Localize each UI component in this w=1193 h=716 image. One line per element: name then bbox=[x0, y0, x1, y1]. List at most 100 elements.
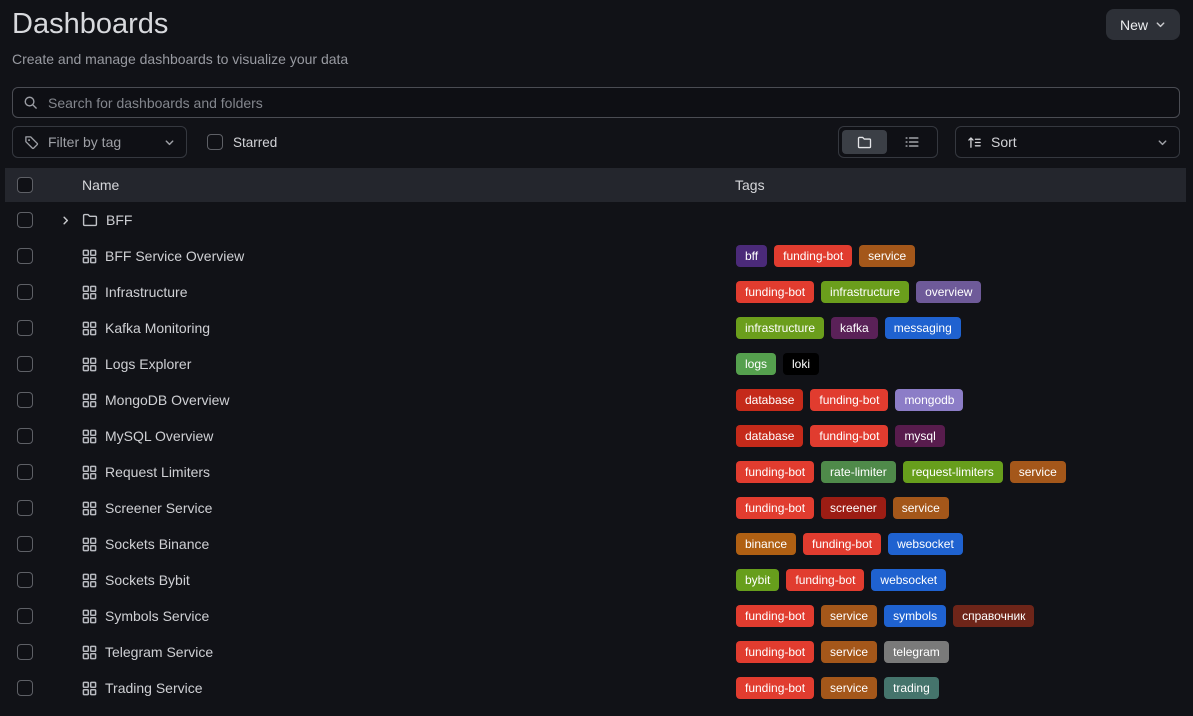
select-all-checkbox[interactable] bbox=[17, 177, 33, 193]
tag-badge[interactable]: loki bbox=[783, 353, 819, 375]
tag-badge[interactable]: service bbox=[821, 677, 877, 699]
row-checkbox[interactable] bbox=[17, 356, 33, 372]
folder-icon bbox=[82, 212, 98, 228]
tag-badge[interactable]: service bbox=[821, 641, 877, 663]
column-header-name[interactable]: Name bbox=[82, 177, 119, 193]
tag-badge[interactable]: infrastructure bbox=[821, 281, 909, 303]
dashboard-name-link[interactable]: Symbols Service bbox=[105, 608, 209, 624]
table-row[interactable]: Logs Explorer logs loki bbox=[5, 346, 1186, 382]
row-checkbox[interactable] bbox=[17, 212, 33, 228]
row-checkbox[interactable] bbox=[17, 284, 33, 300]
dashboard-name-link[interactable]: Request Limiters bbox=[105, 464, 210, 480]
tag-badge[interactable]: справочник bbox=[953, 605, 1034, 627]
tag-badge[interactable]: rate-limiter bbox=[821, 461, 896, 483]
row-checkbox[interactable] bbox=[17, 248, 33, 264]
tag-badge[interactable]: database bbox=[736, 425, 803, 447]
tag-icon bbox=[24, 135, 39, 150]
dashboard-name-link[interactable]: Kafka Monitoring bbox=[105, 320, 210, 336]
row-checkbox[interactable] bbox=[17, 680, 33, 696]
table-row[interactable]: BFF bbox=[5, 202, 1186, 238]
dashboard-name-link[interactable]: BFF Service Overview bbox=[105, 248, 244, 264]
table-row[interactable]: BFF Service Overview bff funding-bot servic… bbox=[5, 238, 1186, 274]
row-checkbox[interactable] bbox=[17, 392, 33, 408]
table-row[interactable]: Request Limiters funding-bot rate-limiter r… bbox=[5, 454, 1186, 490]
table-row[interactable]: Infrastructure funding-bot infrastructure o… bbox=[5, 274, 1186, 310]
row-checkbox[interactable] bbox=[17, 500, 33, 516]
tag-badge[interactable]: funding-bot bbox=[736, 497, 814, 519]
tag-badge[interactable]: funding-bot bbox=[774, 245, 852, 267]
table-row[interactable]: Sockets Bybit bybit funding-bot websocket bbox=[5, 562, 1186, 598]
tag-badge[interactable]: mysql bbox=[895, 425, 944, 447]
table-row[interactable]: Symbols Service funding-bot service symbols… bbox=[5, 598, 1186, 634]
dashboard-name-link[interactable]: Screener Service bbox=[105, 500, 212, 516]
table-row[interactable]: Trading Service funding-bot service trading bbox=[5, 670, 1186, 706]
dashboard-name-link[interactable]: Trading Service bbox=[105, 680, 203, 696]
table-row[interactable]: Telegram Service funding-bot service telegr… bbox=[5, 634, 1186, 670]
sort-label: Sort bbox=[991, 134, 1017, 150]
dashboard-name-link[interactable]: Infrastructure bbox=[105, 284, 187, 300]
tag-badge[interactable]: database bbox=[736, 389, 803, 411]
table-row[interactable]: Screener Service funding-bot screener servi… bbox=[5, 490, 1186, 526]
tag-badge[interactable]: funding-bot bbox=[736, 281, 814, 303]
tag-badge[interactable]: service bbox=[821, 605, 877, 627]
tag-badge[interactable]: service bbox=[893, 497, 949, 519]
tag-badge[interactable]: funding-bot bbox=[803, 533, 881, 555]
table-row[interactable]: MongoDB Overview database funding-bot mongo… bbox=[5, 382, 1186, 418]
row-checkbox[interactable] bbox=[17, 572, 33, 588]
tag-badge[interactable]: service bbox=[1010, 461, 1066, 483]
tag-badge[interactable]: funding-bot bbox=[810, 425, 888, 447]
tag-badge[interactable]: funding-bot bbox=[736, 605, 814, 627]
tag-badge[interactable]: logs bbox=[736, 353, 776, 375]
dashboard-name-link[interactable]: Sockets Bybit bbox=[105, 572, 190, 588]
tag-badge[interactable]: service bbox=[859, 245, 915, 267]
tag-badge[interactable]: websocket bbox=[888, 533, 963, 555]
new-button[interactable]: New bbox=[1106, 9, 1180, 40]
tag-badge[interactable]: websocket bbox=[871, 569, 946, 591]
starred-filter[interactable]: Starred bbox=[207, 134, 277, 150]
tag-badge[interactable]: symbols bbox=[884, 605, 946, 627]
search-bar[interactable] bbox=[12, 87, 1180, 118]
tag-badge[interactable]: binance bbox=[736, 533, 796, 555]
folder-name-link[interactable]: BFF bbox=[106, 212, 132, 228]
folder-view-button[interactable] bbox=[842, 130, 887, 154]
tag-badge[interactable]: request-limiters bbox=[903, 461, 1003, 483]
starred-checkbox[interactable] bbox=[207, 134, 223, 150]
tag-badge[interactable]: bybit bbox=[736, 569, 779, 591]
row-checkbox[interactable] bbox=[17, 428, 33, 444]
row-checkbox[interactable] bbox=[17, 464, 33, 480]
row-checkbox[interactable] bbox=[17, 608, 33, 624]
dashboard-icon bbox=[82, 645, 97, 660]
tag-badge[interactable]: funding-bot bbox=[736, 677, 814, 699]
dashboard-name-link[interactable]: MySQL Overview bbox=[105, 428, 213, 444]
tag-badge[interactable]: infrastructure bbox=[736, 317, 824, 339]
tag-badge[interactable]: overview bbox=[916, 281, 981, 303]
dashboard-icon bbox=[82, 573, 97, 588]
search-input[interactable] bbox=[46, 94, 1169, 112]
sort-select[interactable]: Sort bbox=[955, 126, 1180, 158]
table-row[interactable]: Sockets Binance binance funding-bot websock… bbox=[5, 526, 1186, 562]
tag-badge[interactable]: funding-bot bbox=[736, 641, 814, 663]
table-row[interactable]: Kafka Monitoring infrastructure kafka messa… bbox=[5, 310, 1186, 346]
dashboard-name-link[interactable]: MongoDB Overview bbox=[105, 392, 230, 408]
expand-chevron-icon[interactable] bbox=[55, 215, 75, 226]
tag-badge[interactable]: telegram bbox=[884, 641, 949, 663]
row-checkbox[interactable] bbox=[17, 536, 33, 552]
dashboard-name-link[interactable]: Logs Explorer bbox=[105, 356, 191, 372]
tag-badge[interactable]: mongodb bbox=[895, 389, 963, 411]
tag-badge[interactable]: kafka bbox=[831, 317, 878, 339]
tag-badge[interactable]: bff bbox=[736, 245, 767, 267]
tag-badge[interactable]: messaging bbox=[885, 317, 961, 339]
tag-badge[interactable]: screener bbox=[821, 497, 886, 519]
tag-badge[interactable]: funding-bot bbox=[736, 461, 814, 483]
tag-badge[interactable]: funding-bot bbox=[786, 569, 864, 591]
filter-toolbar: Filter by tag Starred bbox=[12, 126, 1180, 158]
row-checkbox[interactable] bbox=[17, 320, 33, 336]
tag-filter-select[interactable]: Filter by tag bbox=[12, 126, 187, 158]
dashboard-name-link[interactable]: Sockets Binance bbox=[105, 536, 209, 552]
dashboard-name-link[interactable]: Telegram Service bbox=[105, 644, 213, 660]
list-view-button[interactable] bbox=[889, 130, 934, 154]
tag-badge[interactable]: trading bbox=[884, 677, 939, 699]
tag-badge[interactable]: funding-bot bbox=[810, 389, 888, 411]
row-checkbox[interactable] bbox=[17, 644, 33, 660]
table-row[interactable]: MySQL Overview database funding-bot mysql bbox=[5, 418, 1186, 454]
